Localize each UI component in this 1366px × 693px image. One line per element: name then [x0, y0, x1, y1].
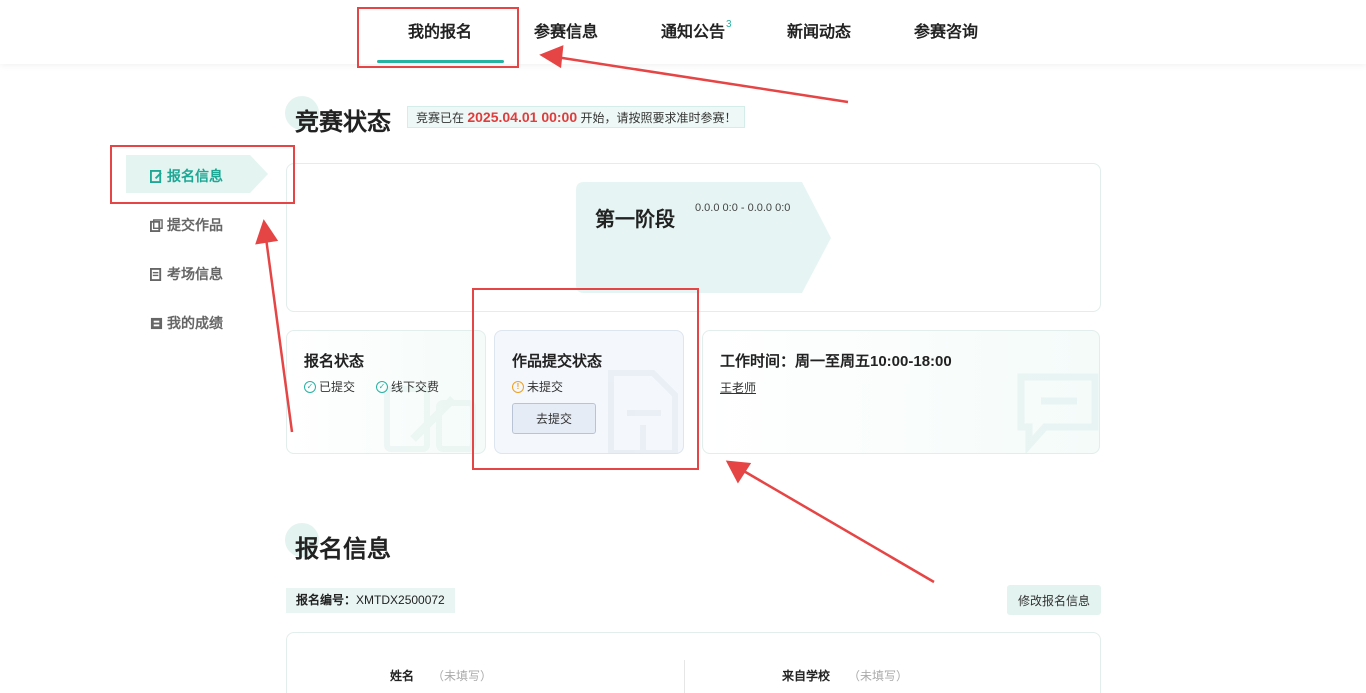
stage-chevron: [576, 182, 831, 293]
contact-card: [702, 330, 1100, 454]
field-divider: [684, 660, 685, 693]
section-title-text: 竞赛状态: [295, 109, 391, 136]
competition-status-title: 竞赛状态: [285, 96, 391, 137]
document-icon: [150, 267, 162, 281]
stage-time: 0.0.0 0:0 - 0.0.0 0:0: [695, 202, 791, 214]
working-hours-title: 工作时间：周一至周五10:00-18:00: [720, 353, 952, 370]
tag-submitted: ✓ 已提交: [304, 378, 355, 395]
registration-info-title: 报名信息: [285, 523, 391, 564]
tag-offline-payment: ✓ 线下交费: [376, 378, 439, 395]
file-icon: [150, 218, 163, 232]
field-value-school: （未填写）: [848, 669, 909, 683]
tag-label: 线下交费: [391, 380, 440, 394]
stage-name: 第一阶段: [595, 209, 675, 231]
annotation-box-submission: [472, 288, 699, 470]
field-label-name: 姓名: [390, 669, 415, 683]
edit-registration-button[interactable]: 修改报名信息: [1007, 585, 1101, 615]
annotation-box-sidebar: [110, 145, 295, 204]
sidebar-item-label: 提交作品: [167, 217, 223, 233]
teacher-contact-link[interactable]: 王老师: [720, 379, 756, 396]
sidebar-item-my-scores[interactable]: 我的成绩: [150, 313, 223, 333]
registration-number: 报名编号：XMTDX2500072: [286, 588, 455, 613]
sidebar-item-label: 我的成绩: [167, 315, 223, 331]
nav-tab-competition-info[interactable]: 参赛信息: [534, 18, 598, 42]
sidebar-item-submit-work[interactable]: 提交作品: [150, 215, 223, 235]
notice-start-time: 2025.04.01 00:00: [467, 109, 578, 125]
tag-label: 已提交: [319, 380, 356, 394]
report-icon: [150, 317, 163, 329]
section-title-text: 报名信息: [295, 536, 391, 563]
registration-status-title: 报名状态: [304, 353, 365, 370]
notice-suffix: 开始，请按照要求准时参赛！: [580, 111, 737, 125]
nav-tab-consulting[interactable]: 参赛咨询: [914, 18, 978, 42]
button-label: 修改报名信息: [1017, 593, 1090, 608]
competition-notice: 竞赛已在 2025.04.01 00:00 开始，请按照要求准时参赛！: [407, 106, 746, 128]
notice-prefix: 竞赛已在: [416, 111, 465, 125]
field-value-name: （未填写）: [432, 669, 493, 683]
sidebar-item-label: 考场信息: [167, 266, 223, 282]
check-circle-icon: ✓: [304, 380, 316, 393]
nav-tab-news[interactable]: 新闻动态: [787, 18, 851, 42]
announcement-count-badge: 3: [726, 18, 732, 30]
sidebar-item-exam-venue[interactable]: 考场信息: [150, 264, 223, 284]
nav-tab-label: 新闻动态: [787, 24, 852, 41]
annotation-box-nav: [357, 7, 519, 68]
field-label-school: 来自学校: [782, 669, 831, 683]
top-nav: 我的报名 参赛信息 通知公告3 新闻动态 参赛咨询: [0, 0, 1366, 64]
nav-tab-label: 参赛咨询: [914, 24, 979, 41]
nav-tab-announcements[interactable]: 通知公告3: [661, 18, 732, 42]
nav-tab-label: 通知公告: [661, 24, 726, 41]
nav-tab-label: 参赛信息: [534, 24, 599, 41]
registration-number-value: XMTDX2500072: [356, 593, 445, 607]
check-circle-icon: ✓: [376, 380, 388, 393]
registration-number-label: 报名编号：: [296, 593, 357, 607]
chat-deco-icon: [1017, 373, 1099, 453]
